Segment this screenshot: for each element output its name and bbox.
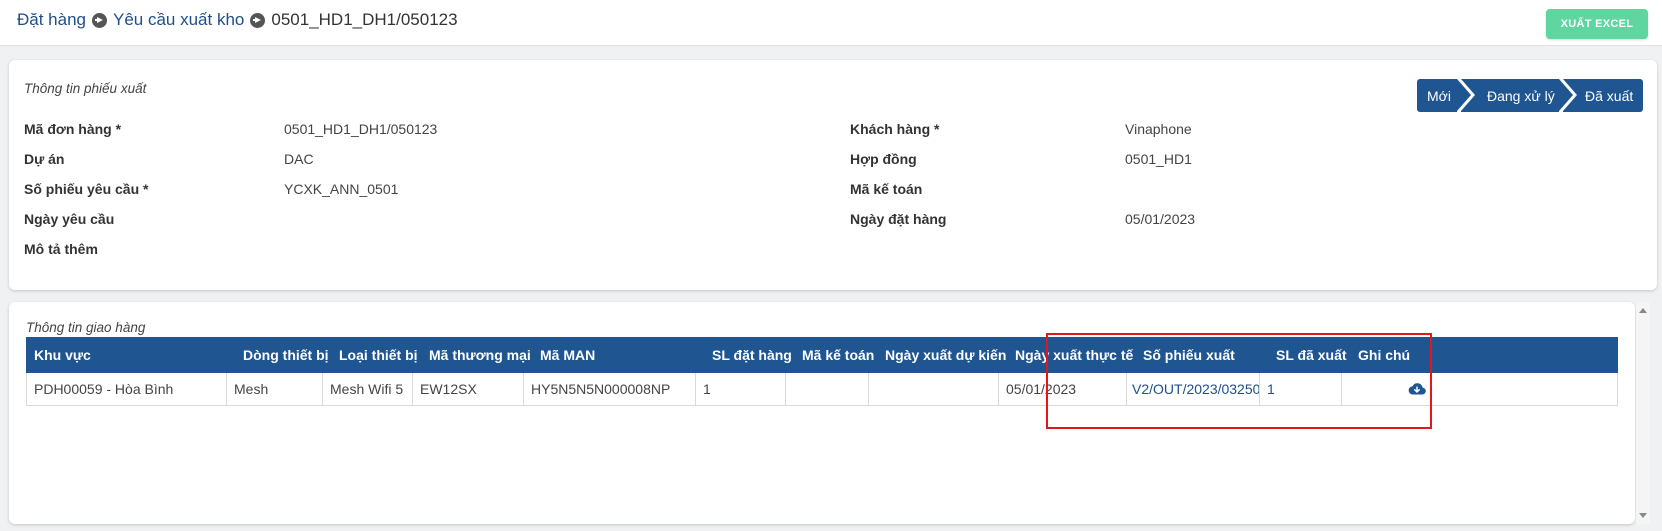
section-title: Thông tin giao hàng — [26, 320, 146, 335]
accounting-code-label: Mã kế toán — [850, 181, 923, 197]
column-header-exported-qty[interactable]: SL đã xuất — [1268, 337, 1350, 373]
column-header-man-code[interactable]: Mã MAN — [532, 337, 704, 373]
customer-label: Khách hàng * — [850, 121, 940, 137]
contract-value: 0501_HD1 — [1125, 151, 1192, 167]
cell-device-type: Mesh Wifi 5 — [323, 373, 413, 405]
export-info-card: Thông tin phiếu xuất Mới Đang xử lý Đã x… — [9, 60, 1657, 290]
scroll-up-arrow-icon[interactable] — [1639, 308, 1647, 313]
cell-device-line: Mesh — [227, 373, 323, 405]
request-number-value: YCXK_ANN_0501 — [284, 181, 399, 197]
cell-ordered-qty: 1 — [696, 373, 786, 405]
column-header-accounting-code[interactable]: Mã kế toán — [794, 337, 877, 373]
cloud-download-icon[interactable] — [1408, 382, 1426, 396]
breadcrumb-orders[interactable]: Đặt hàng — [17, 10, 86, 30]
order-date-value: 05/01/2023 — [1125, 211, 1196, 227]
cell-accounting-code — [786, 373, 869, 405]
table-header: Khu vực Dòng thiết bị Loại thiết bị Mã t… — [26, 337, 1618, 373]
cell-exported-qty: 1 — [1260, 373, 1342, 405]
table-row[interactable]: PDH00059 - Hòa Bình Mesh Mesh Wifi 5 EW1… — [26, 373, 1618, 406]
section-title: Thông tin phiếu xuất — [24, 81, 147, 96]
request-date-label: Ngày yêu cầu — [24, 211, 115, 227]
top-bar: Đặt hàng Yêu cầu xuất kho 0501_HD1_DH1/0… — [0, 0, 1662, 46]
step-new[interactable]: Mới — [1417, 79, 1471, 112]
column-header-trade-code[interactable]: Mã thương mại — [421, 337, 532, 373]
contract-label: Hợp đồng — [850, 151, 917, 167]
column-header-actual-date[interactable]: Ngày xuất thực tế — [1007, 337, 1135, 373]
column-header-note[interactable]: Ghi chú — [1350, 337, 1618, 373]
project-value: DAC — [284, 151, 314, 167]
column-header-expected-date[interactable]: Ngày xuất dự kiến — [877, 337, 1007, 373]
column-header-ordered-qty[interactable]: SL đặt hàng — [704, 337, 794, 373]
order-code-value: 0501_HD1_DH1/050123 — [284, 121, 438, 137]
cell-note — [1342, 373, 1610, 405]
vertical-scrollbar[interactable] — [1636, 302, 1650, 524]
step-processing[interactable]: Đang xử lý — [1461, 79, 1573, 112]
order-date-label: Ngày đặt hàng — [850, 211, 947, 227]
column-header-export-number[interactable]: Số phiếu xuất — [1135, 337, 1268, 373]
breadcrumb-export-request[interactable]: Yêu cầu xuất kho — [113, 10, 244, 30]
request-number-label: Số phiếu yêu cầu * — [24, 181, 149, 197]
column-header-region[interactable]: Khu vực — [26, 337, 226, 373]
column-header-device-type[interactable]: Loại thiết bị — [331, 337, 421, 373]
breadcrumb: Đặt hàng Yêu cầu xuất kho 0501_HD1_DH1/0… — [17, 9, 458, 31]
cell-export-number-link[interactable]: V2/OUT/2023/03250 — [1127, 373, 1260, 405]
cell-actual-date: 05/01/2023 — [999, 373, 1127, 405]
status-steps: Mới Đang xử lý Đã xuất — [1417, 79, 1643, 112]
customer-value: Vinaphone — [1125, 121, 1192, 137]
cell-region: PDH00059 - Hòa Bình — [27, 373, 227, 405]
step-exported[interactable]: Đã xuất — [1563, 79, 1643, 112]
cell-man-code: HY5N5N5N000008NP — [524, 373, 696, 405]
description-label: Mô tả thêm — [24, 241, 98, 257]
project-label: Dự án — [24, 151, 65, 167]
column-header-device-line[interactable]: Dòng thiết bị — [235, 337, 331, 373]
arrow-circle-right-icon — [92, 12, 107, 28]
scroll-down-arrow-icon[interactable] — [1639, 513, 1647, 518]
cell-trade-code: EW12SX — [413, 373, 524, 405]
export-excel-button[interactable]: XUẤT EXCEL — [1546, 9, 1648, 39]
arrow-circle-right-icon — [250, 12, 266, 28]
delivery-info-card: Thông tin giao hàng Khu vực Dòng thiết b… — [9, 302, 1635, 524]
order-code-label: Mã đơn hàng * — [24, 121, 122, 137]
cell-expected-date — [869, 373, 999, 405]
breadcrumb-current: 0501_HD1_DH1/050123 — [271, 10, 458, 29]
